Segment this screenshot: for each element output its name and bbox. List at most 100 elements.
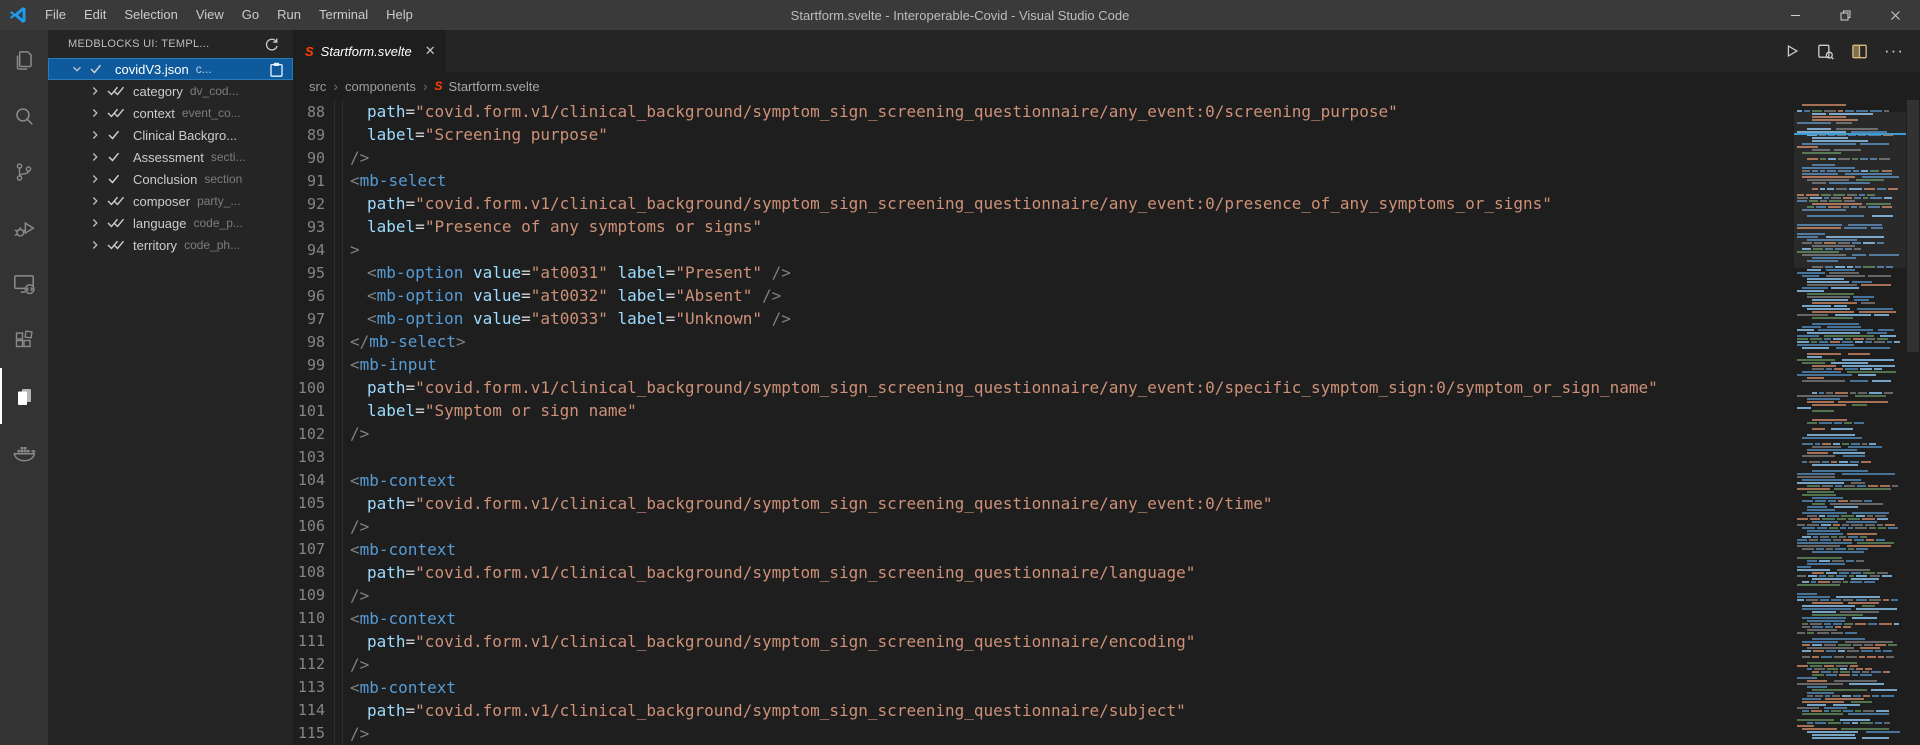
- breadcrumb-file-label: Startform.svelte: [449, 79, 540, 94]
- code-line: 106/>: [293, 515, 1792, 538]
- code-string: "covid.form.v1/clinical_background/sympt…: [415, 194, 1552, 213]
- activity-docker[interactable]: [0, 424, 48, 480]
- code-content: 88path="covid.form.v1/clinical_backgroun…: [293, 100, 1792, 745]
- minimap-line: [1794, 551, 1906, 553]
- tree-item-conclusion[interactable]: Conclusionsection: [48, 168, 293, 190]
- minimap-line: [1794, 308, 1906, 310]
- minimap-line: [1794, 272, 1906, 274]
- activity-medblocks-ui[interactable]: [0, 368, 48, 424]
- code-line: 99<mb-input: [293, 353, 1792, 376]
- code-string: "covid.form.v1/clinical_background/sympt…: [415, 494, 1272, 513]
- breadcrumb-item-src[interactable]: src: [309, 79, 326, 94]
- minimap-line: [1794, 713, 1906, 715]
- template-tree: covidV3.jsonc...categorydv_cod...context…: [48, 58, 293, 745]
- code-line-content: <mb-context: [350, 540, 456, 559]
- minimap-line: [1794, 407, 1906, 409]
- chevron-right-icon[interactable]: [88, 128, 107, 142]
- chevron-right-icon[interactable]: [88, 172, 107, 186]
- minimap-line: [1794, 395, 1906, 397]
- minimap-line: [1794, 542, 1906, 544]
- activity-run-and-debug[interactable]: [0, 200, 48, 256]
- menu-go[interactable]: Go: [233, 0, 268, 30]
- menu-view[interactable]: View: [187, 0, 233, 30]
- menu-terminal[interactable]: Terminal: [310, 0, 377, 30]
- menu-edit[interactable]: Edit: [75, 0, 115, 30]
- refresh-icon[interactable]: [264, 37, 279, 52]
- code-attribute: path: [367, 563, 406, 582]
- close-button[interactable]: [1870, 0, 1920, 30]
- tree-item-clinical-backgro[interactable]: Clinical Backgro...: [48, 124, 293, 146]
- tree-item-assessment[interactable]: Assessmentsecti...: [48, 146, 293, 168]
- scrollbar-slider[interactable]: [1907, 100, 1919, 352]
- code-token: />: [350, 424, 369, 443]
- copy-button[interactable]: [270, 62, 283, 77]
- tree-item-territory[interactable]: territorycode_ph...: [48, 234, 293, 256]
- activity-remote-explorer[interactable]: [0, 256, 48, 312]
- minimap-line: [1794, 512, 1906, 514]
- menu-file[interactable]: File: [36, 0, 75, 30]
- tree-item-covidv3-json[interactable]: covidV3.jsonc...: [48, 58, 293, 80]
- menu-help[interactable]: Help: [377, 0, 422, 30]
- code-token: [463, 309, 473, 328]
- restore-button[interactable]: [1820, 0, 1870, 30]
- tree-item-context[interactable]: contextevent_co...: [48, 102, 293, 124]
- code-token: />: [762, 286, 781, 305]
- minimap-line: [1794, 683, 1906, 685]
- split-editor-button[interactable]: [1850, 42, 1869, 61]
- chevron-right-icon[interactable]: [88, 238, 107, 252]
- minimap-slider[interactable]: [1794, 112, 1906, 268]
- minimap[interactable]: [1794, 100, 1906, 745]
- minimap-line: [1794, 494, 1906, 496]
- tree-item-language[interactable]: languagecode_p...: [48, 212, 293, 234]
- activity-explorer[interactable]: [0, 32, 48, 88]
- minimap-line: [1794, 614, 1906, 616]
- activity-search[interactable]: [0, 88, 48, 144]
- line-number: 101: [293, 402, 325, 420]
- breadcrumb: src›components›SStartform.svelte: [293, 72, 1920, 100]
- open-preview-button[interactable]: [1816, 42, 1835, 61]
- activity-extensions[interactable]: [0, 312, 48, 368]
- chevron-right-icon[interactable]: [88, 106, 107, 120]
- minimize-button[interactable]: [1770, 0, 1820, 30]
- minimap-line: [1794, 647, 1906, 649]
- menu-run[interactable]: Run: [268, 0, 310, 30]
- more-actions-button[interactable]: ···: [1884, 41, 1904, 61]
- breadcrumb-item-components[interactable]: components: [345, 79, 416, 94]
- chevron-right-icon[interactable]: [88, 216, 107, 230]
- vertical-scrollbar[interactable]: [1906, 100, 1920, 745]
- sidebar-title: MEDBLOCKS UI: TEMPL...: [68, 38, 209, 50]
- minimap-line: [1794, 635, 1906, 637]
- code-token: />: [772, 309, 791, 328]
- tab-close-icon[interactable]: ✕: [425, 43, 436, 59]
- tree-item-type: dv_cod...: [190, 84, 239, 98]
- code-tag: mb-context: [360, 678, 456, 697]
- chevron-right-icon[interactable]: [88, 84, 107, 98]
- tab-startform-svelte[interactable]: S Startform.svelte ✕: [293, 30, 446, 72]
- code-line: 113<mb-context: [293, 676, 1792, 699]
- chevron-right-icon[interactable]: [88, 194, 107, 208]
- minimap-line: [1794, 593, 1906, 595]
- tree-item-composer[interactable]: composerparty_...: [48, 190, 293, 212]
- tree-item-type: party_...: [197, 194, 240, 208]
- activity-source-control[interactable]: [0, 144, 48, 200]
- minimap-line: [1794, 347, 1906, 349]
- code-token: <: [350, 171, 360, 190]
- minimap-line: [1794, 350, 1906, 352]
- tree-item-category[interactable]: categorydv_cod...: [48, 80, 293, 102]
- minimap-line: [1794, 467, 1906, 469]
- run-button[interactable]: [1783, 42, 1801, 60]
- tree-item-type: code_p...: [194, 216, 243, 230]
- minimap-line: [1794, 716, 1906, 718]
- chevron-down-icon[interactable]: [70, 62, 89, 76]
- menu-selection[interactable]: Selection: [115, 0, 186, 30]
- minimap-line: [1794, 329, 1906, 331]
- code-token: =: [406, 701, 416, 720]
- code-token: <: [350, 678, 360, 697]
- breadcrumb-item-file[interactable]: SStartform.svelte: [435, 79, 540, 94]
- code-tag: mb-input: [360, 355, 437, 374]
- code-tag: mb-select: [360, 171, 447, 190]
- minimap-line: [1794, 629, 1906, 631]
- chevron-right-icon[interactable]: [88, 150, 107, 164]
- code-editor[interactable]: 88path="covid.form.v1/clinical_backgroun…: [293, 100, 1920, 745]
- minimap-line: [1794, 581, 1906, 583]
